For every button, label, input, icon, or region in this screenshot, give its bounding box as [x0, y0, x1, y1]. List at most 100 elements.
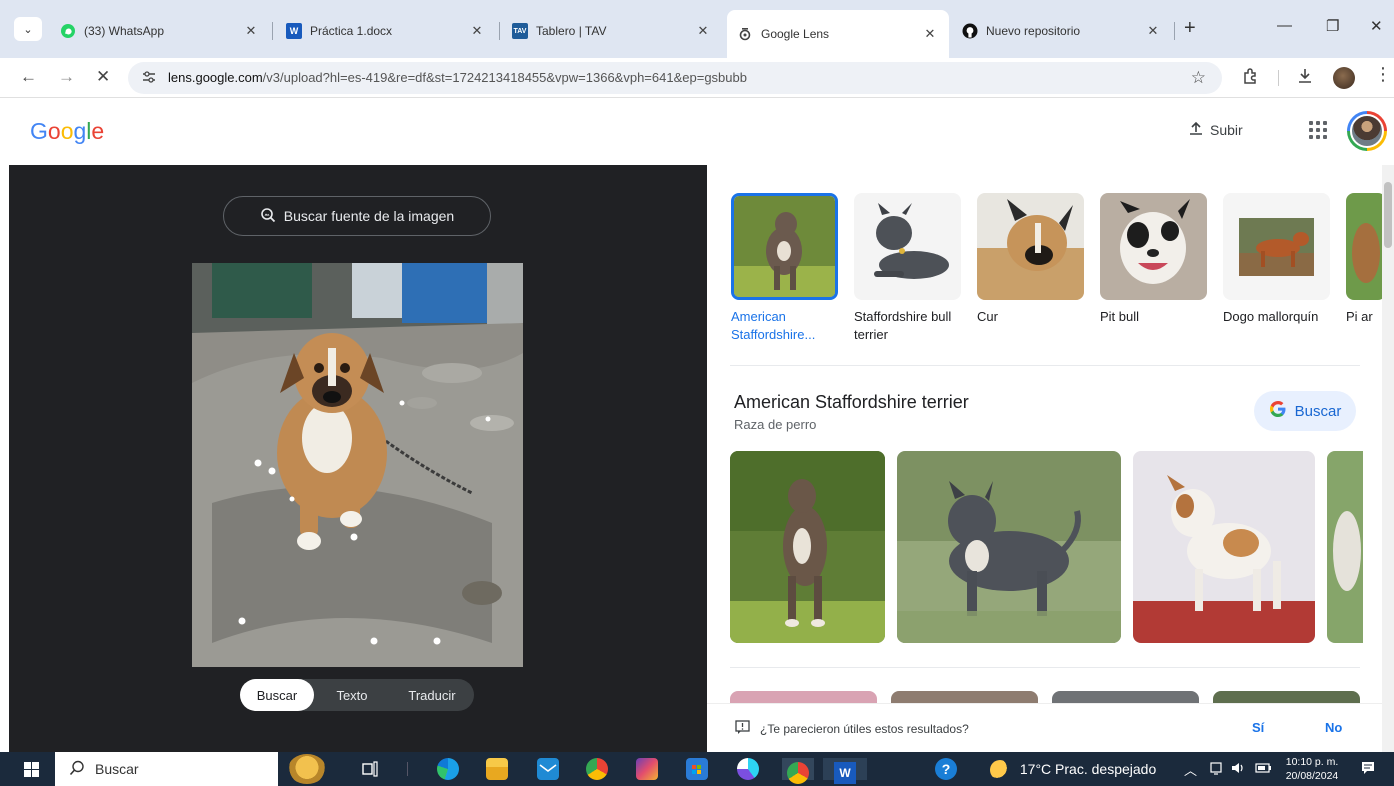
volume-icon[interactable]: [1230, 760, 1246, 779]
tab-close-icon[interactable]: ✕: [692, 23, 714, 39]
candidate-label: Pi ar: [1346, 309, 1373, 324]
candidate-thumbnail: [1223, 193, 1330, 300]
edge-icon[interactable]: [437, 758, 459, 780]
mode-tab-translate[interactable]: Traducir: [390, 679, 474, 711]
search-highlight-icon[interactable]: [288, 754, 326, 784]
tab-close-icon[interactable]: ✕: [1142, 23, 1164, 39]
tab-close-icon[interactable]: ✕: [240, 23, 262, 39]
tab-search-button[interactable]: ⌄: [14, 17, 42, 41]
taskbar-clock[interactable]: 10:10 p. m. 20/08/2024: [1283, 755, 1341, 783]
photos-icon[interactable]: [636, 758, 658, 780]
result-image-4-partial[interactable]: [1327, 451, 1363, 643]
tab-separator: [272, 22, 273, 40]
account-avatar[interactable]: [1347, 111, 1387, 151]
tab-title: (33) WhatsApp: [84, 24, 165, 38]
candidate-american-staffordshire[interactable]: American Staffordshire...: [731, 193, 839, 344]
download-icon[interactable]: [1296, 67, 1314, 90]
tab-google-lens[interactable]: Google Lens ✕: [727, 10, 949, 58]
candidate-thumbnail: [1100, 193, 1207, 300]
url-path: /v3/upload?hl=es-419&re=df&st=1724213418…: [262, 70, 747, 85]
tray-overflow-icon[interactable]: ︿: [1184, 760, 1197, 779]
candidate-partial[interactable]: Pi ar: [1346, 193, 1386, 326]
upload-icon: [1188, 120, 1204, 139]
weather-text: 17°C Prac. despejado: [1019, 760, 1157, 777]
word-taskbar-icon[interactable]: W: [823, 758, 867, 784]
store-icon[interactable]: [686, 758, 708, 780]
chrome-menu-icon[interactable]: ⋮: [1374, 64, 1392, 85]
tab-practica-docx[interactable]: W Práctica 1.docx ✕: [276, 14, 496, 48]
tav-icon: TAV: [512, 23, 528, 39]
search-image-source-button[interactable]: Buscar fuente de la imagen: [223, 196, 491, 236]
google-g-icon: [1269, 400, 1287, 422]
section-divider: [730, 667, 1360, 668]
network-icon[interactable]: [1208, 760, 1224, 779]
taskbar-search-box[interactable]: Buscar: [55, 752, 326, 786]
search-icon: [69, 760, 85, 779]
weather-widget[interactable]: 17°C Prac. despejado: [990, 760, 1156, 780]
forward-button[interactable]: →: [58, 68, 75, 86]
candidate-label: Dogo mallorquín: [1223, 309, 1319, 324]
battery-icon[interactable]: [1255, 760, 1273, 779]
restore-button[interactable]: ❐: [1326, 17, 1339, 35]
task-view-icon[interactable]: [359, 758, 381, 780]
results-scrollbar-thumb[interactable]: [1384, 182, 1392, 248]
tab-tablero-tav[interactable]: TAV Tablero | TAV ✕: [502, 14, 722, 48]
back-button[interactable]: ←: [20, 68, 37, 86]
upload-button[interactable]: Subir: [1188, 120, 1243, 139]
feedback-no-button[interactable]: No: [1325, 720, 1342, 735]
address-bar[interactable]: lens.google.com/v3/upload?hl=es-419&re=d…: [128, 62, 1222, 94]
tab-title: Práctica 1.docx: [310, 24, 393, 38]
tab-whatsapp[interactable]: (33) WhatsApp ✕: [50, 14, 270, 48]
tab-nuevo-repositorio[interactable]: Nuevo repositorio ✕: [952, 14, 1172, 48]
help-icon[interactable]: ?: [935, 758, 957, 780]
taskbar-separator: [407, 762, 408, 776]
lens-icon: [737, 26, 753, 42]
new-tab-button[interactable]: +: [1184, 18, 1196, 38]
extensions-icon[interactable]: [1242, 67, 1260, 90]
candidate-dogo-mallorquin[interactable]: Dogo mallorquín: [1223, 193, 1331, 326]
app-icon[interactable]: [737, 758, 759, 780]
candidate-staffordshire-bull-terrier[interactable]: Staffordshire bull terrier: [854, 193, 962, 344]
google-apps-icon[interactable]: [1309, 121, 1327, 139]
notifications-icon[interactable]: [1360, 760, 1376, 779]
feedback-icon: [735, 720, 750, 738]
result-image-2[interactable]: [897, 451, 1121, 643]
lens-mode-tabs: Buscar Texto Traducir: [240, 679, 474, 711]
section-divider: [730, 365, 1360, 366]
tab-close-icon[interactable]: ✕: [919, 26, 941, 42]
stop-loading-button[interactable]: ✕: [96, 68, 110, 86]
results-scrollbar[interactable]: [1382, 165, 1394, 752]
chrome-icon[interactable]: [586, 758, 608, 780]
site-info-icon[interactable]: [140, 69, 158, 87]
google-search-button[interactable]: Buscar: [1254, 391, 1356, 431]
lens-results-pane: American Staffordshire... Staffordshire …: [707, 165, 1394, 752]
candidate-label: Cur: [977, 309, 998, 324]
uploaded-dog-photo[interactable]: [192, 263, 523, 667]
image-search-icon: [260, 207, 276, 226]
bookmark-star-icon[interactable]: ☆: [1191, 68, 1206, 88]
clock-date: 20/08/2024: [1285, 770, 1339, 782]
chrome-active-icon[interactable]: [782, 758, 814, 784]
tab-close-icon[interactable]: ✕: [466, 23, 488, 39]
candidate-thumbnail: [731, 193, 838, 300]
feedback-yes-button[interactable]: Sí: [1252, 720, 1264, 735]
google-logo[interactable]: Google: [30, 118, 104, 145]
mode-tab-search[interactable]: Buscar: [240, 679, 314, 711]
tab-title: Google Lens: [761, 27, 830, 41]
mode-tab-text[interactable]: Texto: [314, 679, 390, 711]
mail-icon[interactable]: [537, 758, 559, 780]
weather-moon-icon: [990, 760, 1010, 780]
windows-start-icon[interactable]: [24, 762, 39, 777]
word-icon: W: [286, 23, 302, 39]
tab-separator: [1174, 22, 1175, 40]
profile-avatar-button[interactable]: [1333, 67, 1355, 89]
result-image-3[interactable]: [1133, 451, 1315, 643]
candidate-pit-bull[interactable]: Pit bull: [1100, 193, 1208, 326]
minimize-button[interactable]: —: [1277, 17, 1292, 34]
feedback-question-text: ¿Te parecieron útiles estos resultados?: [760, 722, 969, 736]
close-window-button[interactable]: ✕: [1370, 17, 1383, 35]
result-image-1[interactable]: [730, 451, 885, 643]
candidate-cur[interactable]: Cur: [977, 193, 1085, 326]
file-explorer-icon[interactable]: [486, 758, 508, 780]
url-text: lens.google.com/v3/upload?hl=es-419&re=d…: [168, 70, 747, 85]
